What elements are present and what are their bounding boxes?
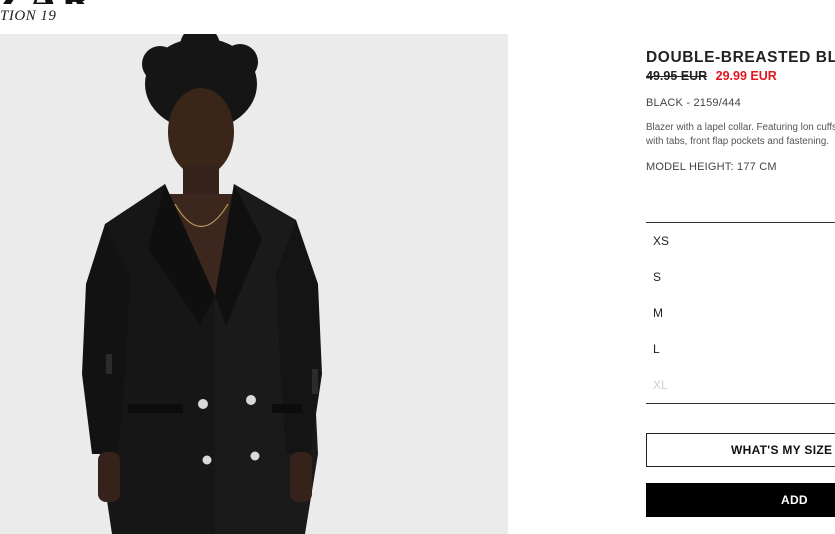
add-to-cart-button[interactable]: ADD — [646, 483, 835, 517]
collection-label: TION 19 — [0, 8, 57, 24]
product-image[interactable] — [0, 34, 508, 534]
price-block: 49.95 EUR 29.99 EUR — [646, 69, 835, 83]
size-guide-button[interactable]: WHAT'S MY SIZE — [646, 433, 835, 467]
sale-price: 29.99 EUR — [715, 69, 777, 83]
size-option-m[interactable]: M — [646, 295, 835, 331]
size-option-xl: XL — [653, 378, 668, 392]
color-reference: BLACK - 2159/444 — [646, 97, 741, 109]
product-description: Blazer with a lapel collar. Featuring lo… — [646, 122, 835, 147]
logo-glyph: ZARA — [0, 0, 86, 4]
product-info: DOUBLE-BREASTED BL 49.95 EUR 29.99 EUR B… — [646, 48, 835, 173]
model-illustration — [0, 34, 508, 534]
product-title: DOUBLE-BREASTED BL — [646, 49, 835, 66]
size-option-s[interactable]: S — [646, 259, 835, 295]
size-option-xs[interactable]: XS — [646, 223, 835, 259]
model-height: MODEL HEIGHT: 177 CM — [646, 161, 777, 173]
size-option-l[interactable]: L — [646, 331, 835, 367]
size-list: XS S M L XL — [646, 222, 835, 404]
old-price: 49.95 EUR — [646, 69, 708, 83]
brand-logo[interactable]: ZARA — [0, 0, 86, 4]
